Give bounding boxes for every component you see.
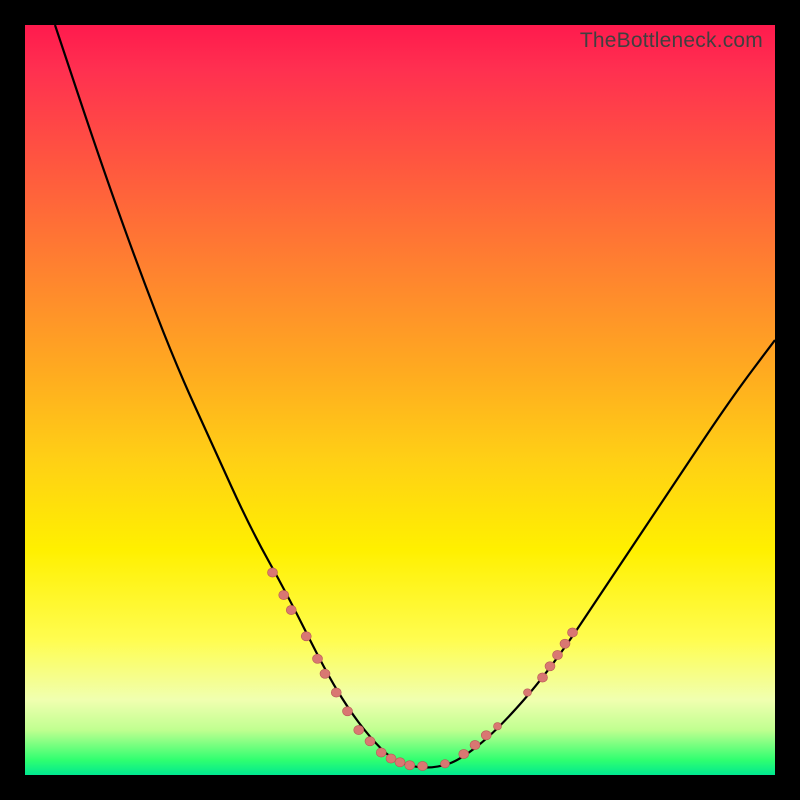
curve-markers-group [268,568,578,771]
curve-marker [279,590,289,599]
curve-marker [524,689,532,696]
curve-marker [560,639,570,648]
curve-marker [553,650,563,659]
bottleneck-curve-svg [25,25,775,775]
curve-marker [320,669,330,678]
curve-marker [365,737,375,746]
curve-marker [568,628,578,637]
curve-marker [470,740,480,749]
curve-marker [405,761,415,770]
bottleneck-curve-line [55,25,775,768]
curve-marker [301,632,311,641]
watermark-text: TheBottleneck.com [580,29,763,53]
curve-marker [395,758,405,767]
curve-marker [386,754,396,763]
curve-marker [313,654,323,663]
curve-marker [343,707,353,716]
chart-plot-area: TheBottleneck.com [25,25,775,775]
curve-marker [268,568,278,577]
curve-marker [441,760,450,768]
curve-marker [459,749,469,758]
curve-marker [354,725,364,734]
curve-marker [418,761,428,770]
curve-marker [481,731,491,740]
curve-marker [538,673,548,682]
curve-marker [494,723,502,730]
curve-marker [286,605,296,614]
curve-marker [376,748,386,757]
curve-marker [545,662,555,671]
curve-marker [331,688,341,697]
